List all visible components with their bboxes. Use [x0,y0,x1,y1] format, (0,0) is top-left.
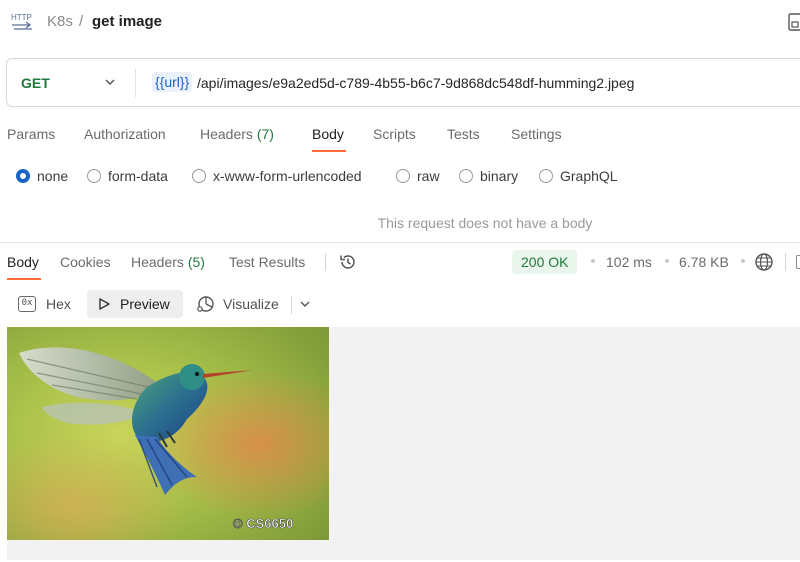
svg-text:HTTP: HTTP [11,13,32,22]
http-icon: HTTP [11,13,32,30]
method-select[interactable]: GET [21,75,50,91]
tab-tests[interactable]: Tests [447,126,480,142]
save-icon[interactable] [788,13,800,31]
hummingbird-image: © CS6650 [7,327,329,540]
hex-button[interactable]: 0x Hex [10,290,79,318]
visualize-icon [197,296,214,312]
tab-headers-label: Headers [200,126,253,142]
no-body-message: This request does not have a body [377,215,593,231]
radio-button[interactable] [192,169,206,183]
globe-icon[interactable] [754,252,774,272]
response-active-tab-indicator [7,278,41,280]
response-tab-headers-count: (5) [187,254,205,270]
request-title[interactable]: get image [92,13,162,30]
radio-button[interactable] [16,169,30,183]
active-tab-indicator [312,150,346,152]
history-icon[interactable] [338,252,358,272]
response-tab-body[interactable]: Body [7,254,39,270]
response-tab-headers-label: Headers [131,254,184,270]
visualize-label: Visualize [223,296,279,312]
radio-button[interactable] [539,169,553,183]
layout-toggle-icon[interactable] [796,255,800,269]
radio-button[interactable] [396,169,410,183]
meta-dot [591,259,595,263]
response-time[interactable]: 102 ms [606,254,652,270]
radio-graphql[interactable]: GraphQL [539,167,618,185]
visualize-button[interactable]: Visualize [196,290,279,318]
url-bar: GET {{url}} /api/images/e9a2ed5d-c789-4b… [6,58,800,107]
preview-label: Preview [120,296,170,312]
radio-label: form-data [108,168,168,184]
response-tab-cookies[interactable]: Cookies [60,254,111,270]
request-header: HTTP K8s / get image [0,0,800,44]
hex-icon: 0x [18,296,36,312]
radio-label: GraphQL [560,168,618,184]
radio-label: raw [417,168,440,184]
image-watermark: © CS6650 [233,516,293,531]
tab-body[interactable]: Body [312,126,344,142]
request-tabs: Params Authorization Headers (7) Body Sc… [0,122,800,154]
body-type-options: none form-data x-www-form-urlencoded raw… [0,162,800,190]
url-variable[interactable]: {{url}} [152,72,193,92]
tab-headers[interactable]: Headers (7) [200,126,274,142]
view-bar-separator [291,296,292,314]
response-tab-test-results[interactable]: Test Results [229,254,305,270]
response-view-bar: 0x Hex Preview Visualize [0,288,800,320]
hex-label: Hex [46,296,71,312]
meta-dot [665,259,669,263]
meta-dot [741,259,745,263]
radio-button[interactable] [87,169,101,183]
tab-settings[interactable]: Settings [511,126,562,142]
tab-scripts[interactable]: Scripts [373,126,416,142]
play-icon [99,298,110,310]
radio-raw[interactable]: raw [396,167,440,185]
response-divider [0,242,800,243]
tab-authorization[interactable]: Authorization [84,126,166,142]
breadcrumb-collection[interactable]: K8s [47,13,73,30]
status-badge[interactable]: 200 OK [512,250,578,274]
radio-form-data[interactable]: form-data [87,167,168,185]
tab-params[interactable]: Params [7,126,55,142]
response-size[interactable]: 6.78 KB [679,254,729,270]
radio-urlencoded[interactable]: x-www-form-urlencoded [192,167,362,185]
url-divider [135,69,136,97]
chevron-down-icon[interactable] [104,76,116,88]
response-preview: © CS6650 [7,327,800,560]
breadcrumb-separator: / [79,13,84,30]
tab-headers-count: (7) [256,126,274,142]
radio-none[interactable]: none [16,167,68,185]
url-input[interactable]: /api/images/e9a2ed5d-c789-4b55-b6c7-9d86… [197,75,634,91]
radio-button[interactable] [459,169,473,183]
response-tabs-separator [325,253,326,271]
radio-label: binary [480,168,519,184]
radio-binary[interactable]: binary [459,167,518,185]
preview-image[interactable]: © CS6650 [7,327,329,540]
chevron-down-icon[interactable] [299,298,311,310]
radio-label: x-www-form-urlencoded [213,168,362,184]
response-tab-headers[interactable]: Headers (5) [131,254,205,270]
preview-button[interactable]: Preview [87,290,183,318]
meta-separator [785,253,786,271]
radio-label: none [37,168,69,184]
